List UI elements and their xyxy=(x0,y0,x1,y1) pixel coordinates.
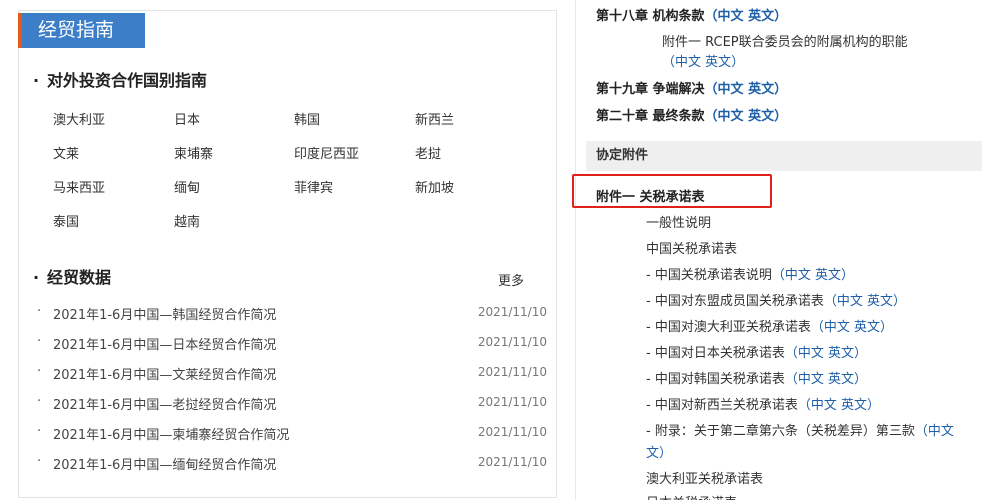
chapter-19-row: 第十九章 争端解决（中文 英文） xyxy=(596,82,788,97)
news-date: 2021/11/10 xyxy=(477,395,547,409)
bullet: · xyxy=(37,424,42,439)
chinese-link[interactable]: 中文 xyxy=(718,109,744,124)
news-title-link[interactable]: 2021年1-6月中国—日本经贸合作简况 xyxy=(53,334,276,353)
country-link[interactable]: 泰国 xyxy=(53,211,79,230)
chinese-link[interactable]: 中文 xyxy=(718,82,744,97)
country-link[interactable]: 印度尼西亚 xyxy=(294,143,359,162)
chapter-18-row: 第十八章 机构条款（中文 英文） xyxy=(596,9,788,24)
list-item: · 2021年1-6月中国—老挝经贸合作简况 2021/11/10 xyxy=(33,394,551,424)
english-link[interactable]: 英文 xyxy=(854,320,880,335)
bullet: · xyxy=(37,454,42,469)
chapter-18-annex-links: （中文 英文） xyxy=(662,55,745,70)
country-link[interactable]: 韩国 xyxy=(294,109,320,128)
country-link[interactable]: 新加坡 xyxy=(415,177,454,196)
general-notes-link[interactable]: 一般性说明 xyxy=(646,212,711,231)
list-item: · 2021年1-6月中国—缅甸经贸合作简况 2021/11/10 xyxy=(33,454,551,484)
news-title-link[interactable]: 2021年1-6月中国—柬埔寨经贸合作简况 xyxy=(53,424,289,443)
chinese-link[interactable]: 中文 xyxy=(718,9,744,24)
news-title-link[interactable]: 2021年1-6月中国—文莱经贸合作简况 xyxy=(53,364,276,383)
english-link[interactable]: 英文 xyxy=(748,9,774,24)
invest-guide-title: · 对外投资合作国别指南 xyxy=(33,71,208,90)
english-link[interactable]: 英文 xyxy=(841,398,867,413)
list-item: · 2021年1-6月中国—日本经贸合作简况 2021/11/10 xyxy=(33,334,551,364)
chinese-link[interactable]: 中文 xyxy=(811,398,837,413)
bullet: · xyxy=(37,364,42,379)
tariff-item-row: - 中国对韩国关税承诺表（中文 英文） xyxy=(646,372,868,387)
news-date: 2021/11/10 xyxy=(477,425,547,439)
news-date: 2021/11/10 xyxy=(477,335,547,349)
tariff-item-row: - 中国对东盟成员国关税承诺表（中文 英文） xyxy=(646,294,907,309)
chinese-link[interactable]: 中文 xyxy=(785,268,811,283)
english-link[interactable]: 英文 xyxy=(828,372,854,387)
chapter-20-row: 第二十章 最终条款（中文 英文） xyxy=(596,109,788,124)
chinese-link[interactable]: 中文 xyxy=(675,55,701,70)
chinese-link[interactable]: 中文 xyxy=(798,372,824,387)
country-link[interactable]: 菲律宾 xyxy=(294,177,333,196)
bullet: · xyxy=(33,268,40,287)
country-link[interactable]: 缅甸 xyxy=(174,177,200,196)
japan-tariff-schedule-link[interactable]: 日本关税承诺表 xyxy=(646,492,737,500)
country-link[interactable]: 日本 xyxy=(174,109,200,128)
country-link[interactable]: 新西兰 xyxy=(415,109,454,128)
appendix-row-continued: 文） xyxy=(646,446,673,461)
trade-data-title: · 经贸数据 xyxy=(33,268,112,287)
english-link[interactable]: 英文 xyxy=(705,55,731,70)
tariff-item-row: - 中国关税承诺表说明（中文 英文） xyxy=(646,268,855,283)
trade-guide-header: 经贸指南 xyxy=(18,13,145,48)
english-link[interactable]: 英文 xyxy=(748,82,774,97)
news-date: 2021/11/10 xyxy=(477,365,547,379)
annex-1-title[interactable]: 附件一 关税承诺表 xyxy=(596,186,705,205)
chinese-link[interactable]: 中文 xyxy=(824,320,850,335)
agreement-annex-heading: 协定附件 xyxy=(586,141,982,171)
list-item: · 2021年1-6月中国—文莱经贸合作简况 2021/11/10 xyxy=(33,364,551,394)
tariff-item-row: - 中国对日本关税承诺表（中文 英文） xyxy=(646,346,868,361)
chinese-link[interactable]: 中文 xyxy=(798,346,824,361)
english-link[interactable]: 英文 xyxy=(828,346,854,361)
news-title-link[interactable]: 2021年1-6月中国—缅甸经贸合作简况 xyxy=(53,454,276,473)
bullet: · xyxy=(37,334,42,349)
more-link[interactable]: 更多 xyxy=(498,270,524,289)
english-link[interactable]: 英文 xyxy=(867,294,893,309)
chinese-link[interactable]: 中文 xyxy=(837,294,863,309)
country-link[interactable]: 老挝 xyxy=(415,143,441,162)
appendix-row: - 附录：关于第二章第六条（关税差异）第三款（中文 xyxy=(646,424,954,439)
news-date: 2021/11/10 xyxy=(477,455,547,469)
english-link[interactable]: 英文 xyxy=(748,109,774,124)
country-link[interactable]: 澳大利亚 xyxy=(53,109,105,128)
country-link[interactable]: 越南 xyxy=(174,211,200,230)
tariff-item-row: - 中国对澳大利亚关税承诺表（中文 英文） xyxy=(646,320,894,335)
rcep-text-panel: 第十八章 机构条款（中文 英文） 附件一 RCEP联合委员会的附属机构的职能 （… xyxy=(572,0,982,500)
list-item: · 2021年1-6月中国—韩国经贸合作简况 2021/11/10 xyxy=(33,304,551,334)
australia-tariff-schedule-link[interactable]: 澳大利亚关税承诺表 xyxy=(646,468,763,487)
trade-guide-panel: 经贸指南 · 对外投资合作国别指南 澳大利亚 日本 韩国 新西兰 文莱 柬埔寨 印… xyxy=(18,10,557,498)
english-link[interactable]: 英文 xyxy=(815,268,841,283)
chinese-link-partial[interactable]: 中文 xyxy=(928,424,954,439)
bullet: · xyxy=(37,394,42,409)
news-date: 2021/11/10 xyxy=(477,305,547,319)
chapter-18-annex: 附件一 RCEP联合委员会的附属机构的职能 xyxy=(662,35,908,50)
news-title-link[interactable]: 2021年1-6月中国—老挝经贸合作简况 xyxy=(53,394,276,413)
country-link[interactable]: 柬埔寨 xyxy=(174,143,213,162)
country-link[interactable]: 马来西亚 xyxy=(53,177,105,196)
list-item: · 2021年1-6月中国—柬埔寨经贸合作简况 2021/11/10 xyxy=(33,424,551,454)
china-tariff-schedule-link[interactable]: 中国关税承诺表 xyxy=(646,238,737,257)
bullet: · xyxy=(33,71,40,90)
tariff-item-row: - 中国对新西兰关税承诺表（中文 英文） xyxy=(646,398,881,413)
chinese-link-tail[interactable]: 文 xyxy=(646,446,659,461)
news-title-link[interactable]: 2021年1-6月中国—韩国经贸合作简况 xyxy=(53,304,276,323)
country-link[interactable]: 文莱 xyxy=(53,143,79,162)
bullet: · xyxy=(37,304,42,319)
